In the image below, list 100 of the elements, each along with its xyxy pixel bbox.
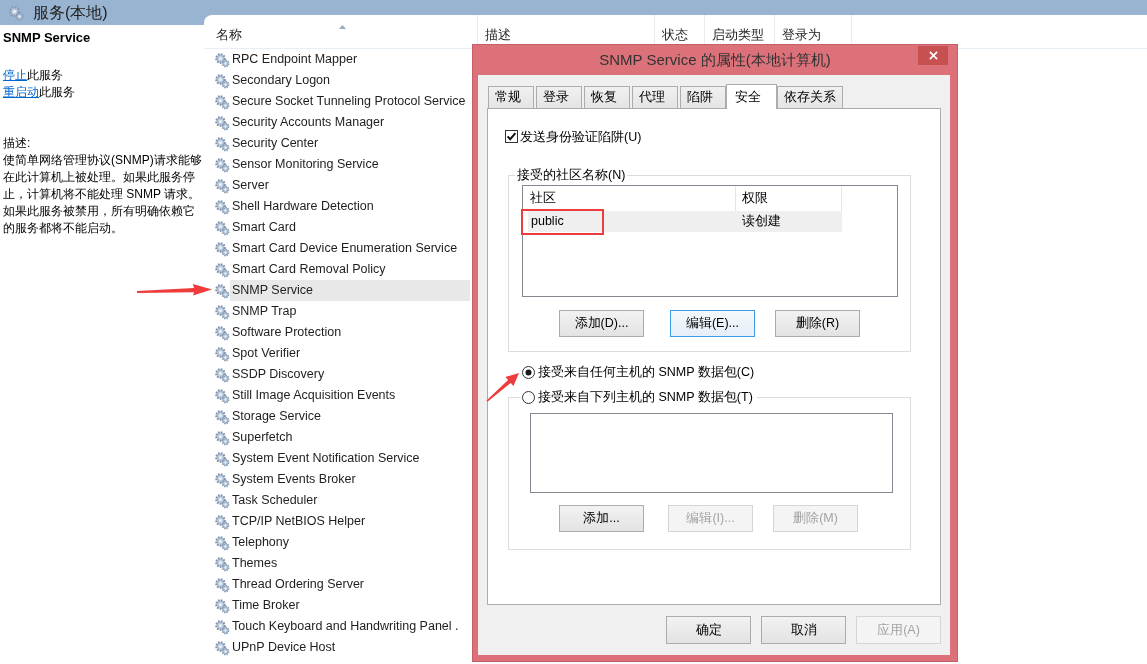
service-name[interactable]: Secure Socket Tunneling Protocol Service	[230, 91, 470, 112]
radio-button[interactable]	[522, 365, 535, 379]
service-name[interactable]: SNMP Service	[230, 280, 470, 301]
service-name[interactable]: Themes	[230, 553, 470, 574]
service-action-link[interactable]: 停止	[3, 68, 27, 82]
gear-icon	[214, 345, 230, 362]
gear-icon	[214, 198, 230, 215]
column-header[interactable]: 状态	[662, 27, 688, 43]
column-header[interactable]: 名称	[216, 27, 242, 43]
service-action-text: 停止此服务	[3, 67, 63, 84]
service-name[interactable]: Still Image Acquisition Events	[230, 385, 470, 406]
gear-icon	[214, 72, 230, 89]
service-name[interactable]: System Event Notification Service	[230, 448, 470, 469]
table-cell-text: 读创建	[742, 213, 781, 231]
service-name[interactable]: Superfetch	[230, 427, 470, 448]
close-icon	[928, 51, 938, 60]
service-name[interactable]: Thread Ordering Server	[230, 574, 470, 595]
gear-icon	[214, 513, 230, 530]
gear-icon	[214, 135, 230, 152]
service-action-text: 重启动此服务	[3, 84, 75, 101]
service-name[interactable]: Task Scheduler	[230, 490, 470, 511]
service-name[interactable]: RPC Endpoint Mapper	[230, 49, 470, 70]
service-name[interactable]: UPnP Device Host	[230, 637, 470, 658]
gear-icon	[214, 219, 230, 236]
tab[interactable]: 陷阱	[680, 86, 726, 108]
tab[interactable]: 恢复	[584, 86, 630, 108]
service-name[interactable]: Smart Card Device Enumeration Service	[230, 238, 470, 259]
service-name[interactable]: Time Broker	[230, 595, 470, 616]
service-name[interactable]: Shell Hardware Detection	[230, 196, 470, 217]
dialog-button[interactable]: 编辑(E)...	[670, 310, 755, 337]
dialog-button[interactable]: 添加(D)...	[559, 310, 644, 337]
service-name[interactable]: TCP/IP NetBIOS Helper	[230, 511, 470, 532]
dialog-button[interactable]: 添加...	[559, 505, 644, 532]
tab[interactable]: 代理	[632, 86, 678, 108]
column-header[interactable]: 启动类型	[712, 27, 764, 43]
gear-icon	[214, 555, 230, 572]
service-title: SNMP Service	[3, 30, 91, 46]
service-name[interactable]: Software Protection	[230, 322, 470, 343]
gear-icon	[214, 618, 230, 635]
tab[interactable]: 常规	[488, 86, 534, 108]
service-name[interactable]: Security Accounts Manager	[230, 112, 470, 133]
service-name[interactable]: Storage Service	[230, 406, 470, 427]
service-name[interactable]: Spot Verifier	[230, 343, 470, 364]
list-view[interactable]: 社区 权限 public 读创建	[522, 185, 898, 297]
arrow-icon	[136, 283, 213, 297]
group-label: 接受的社区名称(N)	[517, 167, 626, 183]
description-text: 使简单网络管理协议(SNMP)请求能够在此计算机上被处理。如果此服务停止，计算机将不能处理 SNMP 请求。如果此服务被禁用，所有明确依赖它的服务都将不能启动。	[3, 152, 203, 237]
dialog-title: SNMP Service 的属性(本地计算机)	[599, 49, 831, 70]
radio-button[interactable]	[522, 390, 535, 404]
gear-icon	[214, 408, 230, 425]
radio-label[interactable]: 接受来自任何主机的 SNMP 数据包(C)	[538, 364, 755, 380]
table-cell-text: public	[531, 213, 564, 231]
gear-icon	[214, 93, 230, 110]
gear-icon	[214, 387, 230, 404]
checkbox-label[interactable]: 发送身份验证陷阱(U)	[520, 128, 642, 145]
service-name[interactable]: Server	[230, 175, 470, 196]
gear-icon	[214, 324, 230, 341]
service-name[interactable]: Touch Keyboard and Handwriting Panel .	[230, 616, 470, 637]
service-name[interactable]: Telephony	[230, 532, 470, 553]
checkbox[interactable]	[505, 130, 518, 143]
service-name[interactable]: Smart Card	[230, 217, 470, 238]
console-title: 服务(本地)	[33, 2, 108, 23]
host-list-field[interactable]	[530, 413, 893, 493]
column-header[interactable]: 描述	[485, 27, 511, 43]
gear-icon	[214, 534, 230, 551]
gear-icon	[214, 366, 230, 383]
tab[interactable]: 依存关系	[777, 86, 843, 108]
gear-icon	[214, 282, 230, 299]
dialog-button[interactable]: 确定	[666, 616, 751, 644]
tab[interactable]: 安全	[726, 84, 777, 109]
dialog-button[interactable]: 取消	[761, 616, 846, 644]
service-name[interactable]: Secondary Logon	[230, 70, 470, 91]
column-header[interactable]: 权限	[742, 189, 768, 208]
description-label: 描述:	[3, 135, 31, 152]
gear-icon	[214, 471, 230, 488]
service-name[interactable]: Smart Card Removal Policy	[230, 259, 470, 280]
service-name[interactable]: SSDP Discovery	[230, 364, 470, 385]
service-name[interactable]: System Events Broker	[230, 469, 470, 490]
column-header[interactable]: 登录为	[782, 27, 821, 43]
gear-icon	[214, 597, 230, 614]
gear-icon	[214, 114, 230, 131]
gear-icon	[214, 303, 230, 320]
tab[interactable]: 登录	[536, 86, 582, 108]
service-name[interactable]: Security Center	[230, 133, 470, 154]
gear-icon	[214, 450, 230, 467]
service-action-link[interactable]: 重启动	[3, 85, 39, 99]
gear-icon	[214, 492, 230, 509]
gear-icon	[214, 51, 230, 68]
column-header[interactable]: 社区	[530, 189, 556, 208]
radio-label[interactable]: 接受来自下列主机的 SNMP 数据包(T)	[538, 389, 753, 405]
arrow-icon	[486, 372, 520, 403]
close-button[interactable]	[918, 46, 948, 65]
gear-icon	[8, 4, 24, 21]
gear-icon	[214, 576, 230, 593]
dialog-button[interactable]: 删除(R)	[775, 310, 860, 337]
service-name[interactable]: Sensor Monitoring Service	[230, 154, 470, 175]
gear-icon	[214, 429, 230, 446]
service-name[interactable]: SNMP Trap	[230, 301, 470, 322]
gear-icon	[214, 156, 230, 173]
table-row[interactable]: public 读创建	[528, 211, 842, 232]
